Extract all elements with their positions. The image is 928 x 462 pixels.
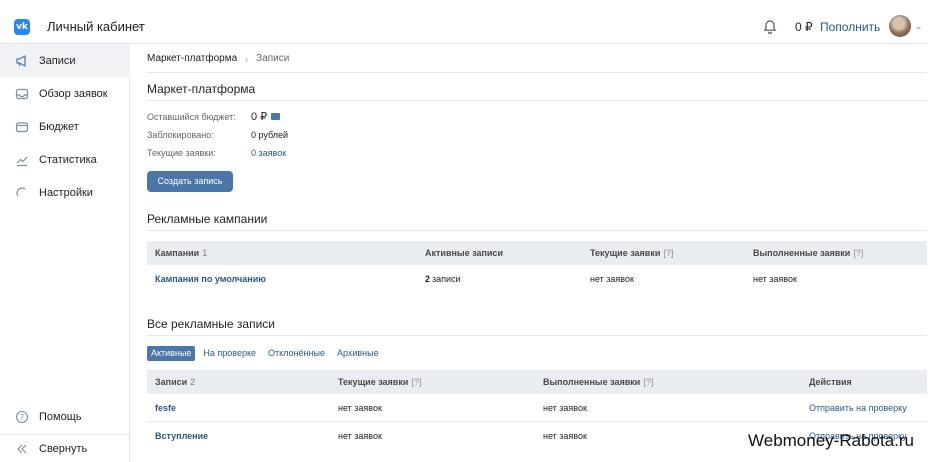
sidebar-item-records[interactable]: Записи xyxy=(0,44,130,77)
send-to-review-link[interactable]: Отправить на проверку xyxy=(809,394,907,421)
sidebar-item-overview[interactable]: Обзор заявок xyxy=(0,77,130,110)
budget-label: Оставшийся бюджет: xyxy=(147,112,236,122)
main-content: Маркет-платформа › Записи Маркет-платфор… xyxy=(131,44,928,462)
requests-link[interactable]: 0 заявок xyxy=(251,148,286,158)
sidebar-item-label: Свернуть xyxy=(39,442,88,455)
column-header-current[interactable]: Текущие заявки [?] xyxy=(590,241,673,265)
column-header-done[interactable]: Выполненные заявки [?] xyxy=(753,241,863,265)
column-header-actions: Действия xyxy=(809,377,852,387)
budget-value: 0 ₽ xyxy=(251,110,281,123)
inbox-icon xyxy=(14,86,30,102)
bell-icon[interactable] xyxy=(762,19,778,35)
avatar[interactable] xyxy=(889,15,911,37)
sidebar-item-label: Настройки xyxy=(39,186,93,199)
column-header-active[interactable]: Активные записи xyxy=(425,241,503,265)
account-title[interactable]: Личный кабинет xyxy=(47,19,145,34)
chevron-right-icon: › xyxy=(245,53,249,64)
breadcrumb: Маркет-платформа › Записи xyxy=(147,53,289,64)
sidebar-item-statistics[interactable]: Статистика xyxy=(0,143,130,176)
chart-icon xyxy=(14,152,30,168)
create-record-button[interactable]: Создать запись xyxy=(147,171,233,192)
sidebar-item-label: Обзор заявок xyxy=(39,87,108,100)
record-filter-tabs: Активные На проверке Отклонённые Архивны… xyxy=(147,346,387,361)
help-icon: ? xyxy=(14,409,30,425)
requests-label: Текущие заявки: xyxy=(147,148,216,158)
wallet-icon xyxy=(14,119,30,135)
tab-rejected[interactable]: Отклонённые xyxy=(264,346,329,361)
settings-icon xyxy=(14,185,30,201)
column-header-campaigns[interactable]: Кампании 1 xyxy=(155,241,207,265)
sidebar-item-budget[interactable]: Бюджет xyxy=(0,110,130,143)
collapse-icon xyxy=(14,441,30,457)
column-header-current[interactable]: Текущие заявки [?] xyxy=(338,370,421,394)
done-requests: нет заявок xyxy=(753,274,797,284)
divider xyxy=(147,100,927,101)
active-records: 2 записи xyxy=(425,274,461,284)
megaphone-icon xyxy=(14,53,30,69)
sidebar-item-label: Статистика xyxy=(39,153,97,166)
blocked-label: Заблокировано: xyxy=(147,130,214,140)
vk-logo[interactable]: vk xyxy=(14,19,30,35)
done-requests: нет заявок xyxy=(543,431,587,441)
column-header-done[interactable]: Выполненные заявки [?] xyxy=(543,370,653,394)
svg-text:?: ? xyxy=(20,412,24,421)
chevron-down-icon[interactable]: ⌄ xyxy=(915,21,923,32)
campaigns-title: Рекламные кампании xyxy=(147,212,268,226)
chevron-down-icon[interactable]: ⌄ xyxy=(135,20,143,31)
record-name-link[interactable]: Вступление xyxy=(155,422,208,450)
table-header: Кампании 1 Активные записи Текущие заявки… xyxy=(147,241,927,265)
divider xyxy=(147,72,927,73)
campaigns-table: Кампании 1 Активные записи Текущие заявки… xyxy=(147,241,927,293)
table-header: Записи 2 Текущие заявки [?] Выполненные за… xyxy=(147,370,927,394)
sidebar-item-settings[interactable]: Настройки xyxy=(0,176,130,209)
campaign-name-link[interactable]: Кампания по умолчанию xyxy=(155,265,266,293)
blocked-value: 0 рублей xyxy=(251,130,289,140)
done-requests: нет заявок xyxy=(543,402,587,413)
column-header-records[interactable]: Записи 2 xyxy=(155,370,195,394)
breadcrumb-parent[interactable]: Маркет-платформа xyxy=(147,53,237,64)
divider xyxy=(147,230,927,231)
current-requests: нет заявок xyxy=(338,402,382,413)
current-requests: нет заявок xyxy=(338,431,382,441)
sidebar-item-help[interactable]: ? Помощь xyxy=(0,400,130,433)
tab-active[interactable]: Активные xyxy=(147,346,196,361)
tab-review[interactable]: На проверке xyxy=(199,346,260,361)
wallet-icon[interactable] xyxy=(271,113,281,120)
sidebar-item-label: Бюджет xyxy=(39,120,79,133)
balance-value: 0 ₽ xyxy=(795,20,813,34)
divider xyxy=(147,335,927,336)
breadcrumb-current: Записи xyxy=(256,53,290,64)
watermark: Webmoney-Rabota.ru xyxy=(748,431,914,450)
tab-archived[interactable]: Архивные xyxy=(333,346,383,361)
current-requests: нет заявок xyxy=(590,274,634,284)
table-row[interactable]: Кампания по умолчанию 2 записи нет заявок… xyxy=(147,265,927,293)
sidebar-item-label: Записи xyxy=(39,54,76,67)
table-row[interactable]: fesfe нет заявок нет заявок Отправить на… xyxy=(147,394,927,422)
record-name-link[interactable]: fesfe xyxy=(155,394,176,421)
platform-title: Маркет-платформа xyxy=(147,82,256,96)
sidebar-item-label: Помощь xyxy=(39,410,82,423)
topup-link[interactable]: Пополнить xyxy=(820,20,880,34)
top-header: vk Личный кабинет ⌄ 0 ₽ Пополнить ⌄ xyxy=(0,0,928,44)
sidebar-collapse[interactable]: Свернуть xyxy=(0,435,130,462)
records-title: Все рекламные записи xyxy=(147,317,276,331)
sidebar: Записи Обзор заявок Бюджет Статистика На… xyxy=(0,44,130,462)
